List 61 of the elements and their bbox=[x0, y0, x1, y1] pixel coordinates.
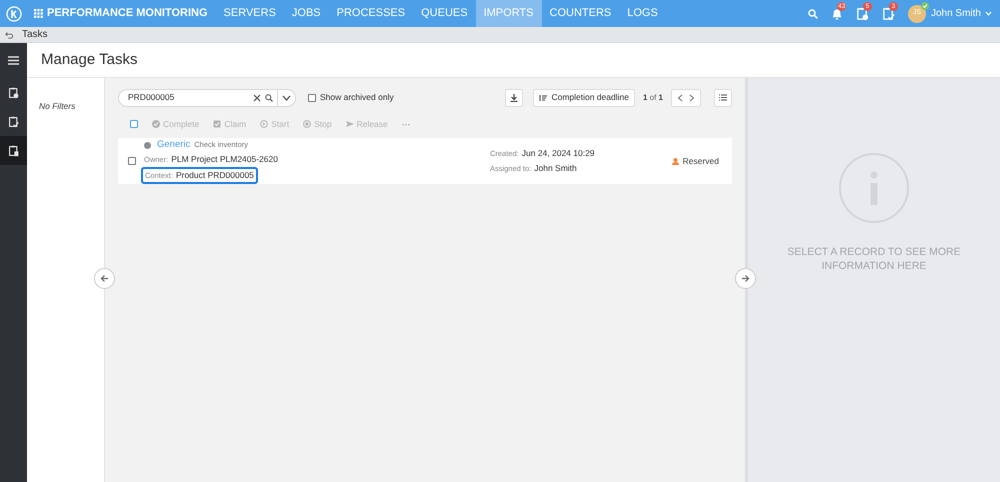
filters-label: No Filters bbox=[39, 101, 76, 111]
search-input[interactable]: PRD000005 bbox=[128, 91, 253, 104]
apps-grid-icon[interactable] bbox=[34, 9, 43, 18]
send-icon bbox=[346, 120, 354, 128]
sort-icon bbox=[539, 94, 548, 100]
checkbox[interactable] bbox=[130, 120, 138, 128]
status-dot-icon bbox=[144, 142, 151, 149]
breadcrumb-link[interactable]: Tasks bbox=[22, 27, 48, 42]
owner-value: PLM Project PLM2405-2620 bbox=[171, 153, 278, 166]
clipboard-clock-icon[interactable] bbox=[856, 6, 870, 20]
page-indicator: 1 of 1 bbox=[642, 92, 663, 104]
checkbox[interactable] bbox=[128, 157, 136, 165]
clipboard-clock-icon bbox=[8, 86, 20, 98]
online-check-icon bbox=[920, 2, 929, 10]
list-view-button[interactable] bbox=[714, 88, 732, 106]
back-icon[interactable] bbox=[5, 30, 13, 38]
stop-icon bbox=[303, 120, 312, 128]
person-icon bbox=[672, 158, 679, 164]
next-page-icon[interactable] bbox=[689, 94, 695, 102]
nav-tab[interactable]: JOBS bbox=[284, 0, 329, 27]
logo-icon[interactable] bbox=[6, 6, 22, 22]
app-title[interactable]: PERFORMANCE MONITORING bbox=[47, 5, 208, 22]
clipboard-icon bbox=[8, 144, 20, 156]
clipboard-icon bbox=[213, 120, 222, 128]
user-name[interactable]: John Smith bbox=[930, 6, 981, 21]
check-circle-icon bbox=[152, 120, 160, 128]
dropdown-icon[interactable] bbox=[282, 94, 291, 100]
play-icon bbox=[260, 120, 268, 128]
arrow-right-icon bbox=[741, 274, 750, 283]
context-value: Product PRD000005 bbox=[176, 169, 254, 182]
sort-button[interactable]: Completion deadline bbox=[533, 88, 635, 106]
sidebar-item[interactable] bbox=[0, 136, 27, 165]
nav-tab[interactable]: IMPORTS bbox=[476, 0, 542, 27]
nav-tab[interactable]: SERVERS bbox=[216, 0, 284, 27]
list-icon bbox=[719, 94, 727, 101]
download-icon bbox=[510, 94, 518, 102]
page-title: Manage Tasks bbox=[41, 50, 138, 70]
caret-icon[interactable] bbox=[985, 11, 992, 16]
nav-tab[interactable]: QUEUES bbox=[413, 0, 476, 27]
clipboard-check-icon[interactable] bbox=[882, 6, 896, 20]
collapse-left-button[interactable] bbox=[94, 268, 115, 289]
task-type-link[interactable]: Generic bbox=[157, 138, 190, 152]
empty-details-message: SELECT A RECORD TO SEE MORE INFORMATION HERE bbox=[786, 245, 962, 273]
search-bar[interactable]: PRD000005 bbox=[118, 88, 296, 106]
toolbar-button[interactable]: ··· bbox=[402, 118, 410, 130]
menu-icon[interactable] bbox=[8, 56, 19, 65]
nav-tab[interactable]: LOGS bbox=[619, 0, 666, 27]
clear-icon[interactable] bbox=[253, 94, 261, 102]
search-icon[interactable] bbox=[265, 94, 273, 102]
status-label: Reserved bbox=[682, 154, 719, 168]
created-value: Jun 24, 2024 10:29 bbox=[522, 147, 595, 160]
download-button[interactable] bbox=[505, 88, 524, 106]
expand-right-button[interactable] bbox=[735, 268, 756, 289]
archived-label[interactable]: Show archived only bbox=[320, 91, 394, 104]
clipboard-check-icon bbox=[8, 116, 20, 128]
arrow-left-icon bbox=[100, 274, 109, 283]
checkbox[interactable] bbox=[308, 94, 316, 102]
assigned-value: John Smith bbox=[534, 162, 577, 175]
nav-tab[interactable]: COUNTERS bbox=[542, 0, 620, 27]
nav-tab[interactable]: PROCESSES bbox=[328, 0, 414, 27]
previous-page-icon[interactable] bbox=[677, 94, 683, 102]
